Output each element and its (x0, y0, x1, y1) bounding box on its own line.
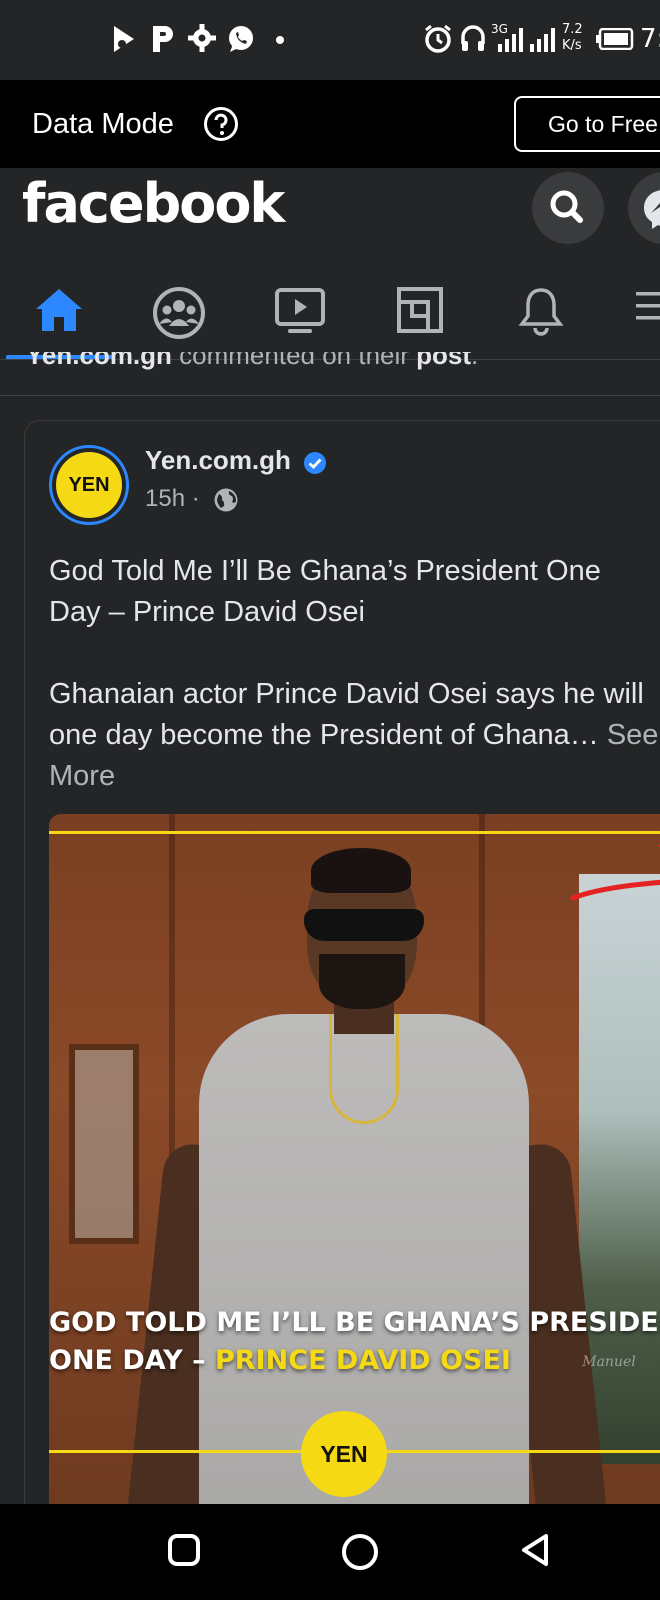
tab-notifications[interactable] (480, 264, 600, 359)
signal-icon (498, 28, 523, 52)
yen-logo: YEN (301, 1411, 387, 1497)
image-wall-window (69, 1044, 139, 1244)
image-beard (319, 954, 405, 1009)
speed-value: 7.2 (562, 22, 583, 37)
activity-object: post (416, 352, 472, 370)
image-watermark: Manuel (582, 1354, 636, 1370)
activity-end: . (471, 352, 479, 370)
signal-icon (530, 28, 555, 52)
status-bar: 3G 7.2 K/s 7: (0, 0, 660, 80)
image-headline-line2-yellow: PRINCE DAVID OSEI (214, 1345, 511, 1376)
activity-line[interactable]: Yen.com.gh commented on their post. (0, 352, 660, 396)
main-nav (0, 264, 660, 360)
activity-text: Yen.com.gh commented on their post. (26, 352, 478, 371)
red-annotation-mark (570, 844, 660, 901)
headset-icon (461, 25, 485, 51)
recents-square-icon[interactable] (166, 1532, 202, 1568)
battery-icon (596, 28, 634, 50)
post-body: Ghanaian actor Prince David Osei says he… (49, 674, 659, 797)
activity-actor: Yen.com.gh (26, 352, 172, 370)
android-nav-bar (0, 1504, 660, 1600)
go-to-free-button[interactable]: Go to Free (514, 96, 660, 152)
tab-watch[interactable] (240, 264, 360, 359)
page-name[interactable]: Yen.com.gh (145, 445, 291, 476)
post-card: YEN Yen.com.gh 15h · God Told Me I’ll Be… (24, 420, 660, 1600)
whatsapp-icon (229, 26, 253, 52)
image-headline-line2-white: ONE DAY – (49, 1345, 215, 1376)
image-hair (311, 848, 411, 893)
image-headline-line1: GOD TOLD ME I’LL BE GHANA’S PRESIDENT (49, 1307, 660, 1338)
page-avatar[interactable]: YEN (49, 445, 129, 525)
home-circle-icon[interactable] (340, 1532, 380, 1572)
data-mode-label: Data Mode (32, 108, 174, 140)
groups-icon (153, 287, 205, 339)
verified-badge-icon (304, 452, 326, 474)
avatar-logo-text: YEN (56, 452, 122, 518)
post-image[interactable]: GOD TOLD ME I’LL BE GHANA’S PRESIDENT ON… (49, 814, 660, 1504)
go-to-free-label: Go to Free (548, 111, 658, 137)
post-text: God Told Me I’ll Be Ghana’s President On… (49, 551, 659, 797)
bell-icon (518, 288, 564, 336)
question-circle-icon[interactable] (203, 106, 239, 142)
tab-menu[interactable] (600, 264, 660, 359)
image-sunglasses (304, 909, 424, 941)
post-time-value: 15h (145, 485, 186, 512)
alarm-icon (425, 24, 451, 53)
messenger-button[interactable] (628, 172, 660, 244)
p-app-icon (153, 26, 173, 52)
image-chain (329, 1014, 399, 1124)
post-title: God Told Me I’ll Be Ghana’s President On… (49, 555, 601, 628)
search-icon (550, 190, 583, 223)
search-button[interactable] (532, 172, 604, 244)
tab-home[interactable] (0, 264, 120, 359)
pages-icon (397, 287, 443, 333)
speed-unit: K/s (562, 38, 582, 53)
app-header: facebook (0, 168, 660, 264)
play-store-icon (114, 26, 134, 52)
post-time[interactable]: 15h · (145, 485, 200, 513)
facebook-logo[interactable]: facebook (22, 172, 285, 235)
battery-percent: 7: (640, 24, 660, 54)
globe-icon (214, 488, 238, 512)
menu-icon (636, 292, 660, 320)
post-body-text: Ghanaian actor Prince David Osei says he… (49, 678, 644, 751)
watch-icon (275, 288, 325, 333)
tab-groups[interactable] (120, 264, 240, 359)
activity-verb: commented on their (171, 352, 417, 370)
back-triangle-icon[interactable] (518, 1532, 554, 1568)
settings-gear-icon (188, 24, 216, 52)
home-icon (36, 289, 82, 331)
dot-icon (276, 36, 284, 44)
messenger-icon (644, 190, 660, 229)
tab-pages[interactable] (360, 264, 480, 359)
